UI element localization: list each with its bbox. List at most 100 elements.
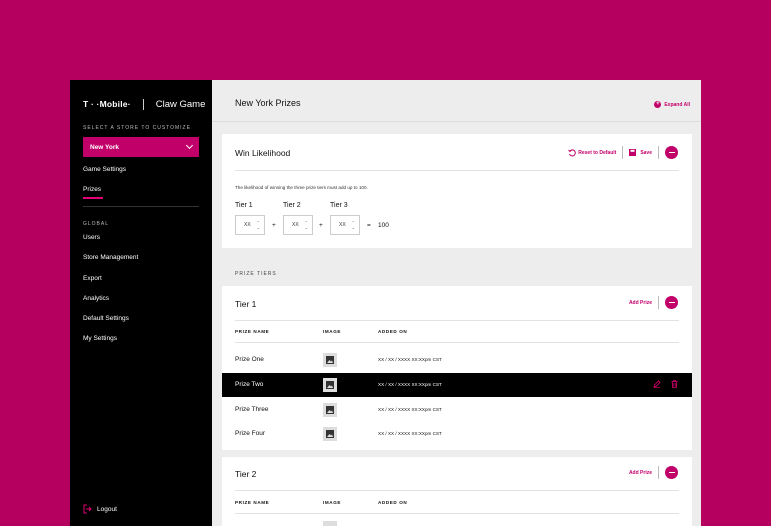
collapse-button[interactable] — [665, 146, 678, 159]
col-prize-name: PRIZE NAME — [235, 500, 270, 505]
tier-2-label: Tier 2 — [283, 202, 301, 209]
add-prize-button[interactable]: Add Prize — [629, 470, 652, 476]
tier-1-stepper[interactable]: XX ⌃ ⌄ — [235, 215, 265, 235]
plus-sign: + — [319, 222, 323, 229]
tier-1-title: Tier 1 — [235, 299, 257, 309]
plus-sign: + — [272, 222, 276, 229]
nav-prizes[interactable]: Prizes — [83, 186, 104, 199]
tier-2-card: Tier 2 Add Prize PRIZE NAME IMAGE ADDED … — [222, 457, 692, 526]
action-divider — [658, 146, 659, 159]
tier-2-stepper[interactable]: XX ⌃ ⌄ — [283, 215, 313, 235]
save-button[interactable]: Save — [629, 149, 652, 156]
table-row-selected[interactable]: Prize Two XX / XX / XXXX XX:XXpm CST — [222, 373, 692, 397]
brand-divider — [142, 98, 144, 110]
likelihood-note: The likelihood of winning the three priz… — [235, 185, 368, 190]
image-icon[interactable] — [323, 378, 337, 392]
card-divider — [235, 170, 679, 171]
tier-1-actions: Add Prize — [629, 296, 678, 309]
image-icon[interactable] — [323, 521, 337, 526]
logout-icon — [83, 504, 92, 514]
collapse-button[interactable] — [665, 296, 678, 309]
logout-label: Logout — [97, 505, 117, 513]
logout-button[interactable]: Logout — [83, 504, 117, 514]
card-divider — [235, 490, 679, 491]
prize-name: Prize Two — [235, 381, 264, 388]
table-row[interactable]: Prize Three XX / XX / XXXX XX:XXpm CST — [222, 398, 692, 422]
sidebar-divider — [83, 206, 199, 207]
nav-users[interactable]: Users — [83, 234, 100, 241]
prize-name: Prize One — [235, 356, 264, 363]
store-select[interactable]: New York — [83, 137, 199, 157]
save-icon — [629, 149, 637, 156]
tmobile-logo: T · ·Mobile· — [83, 99, 131, 109]
stepper-arrows-icon[interactable]: ⌃ ⌄ — [305, 220, 308, 230]
tier-1-value: XX — [244, 222, 251, 228]
image-icon[interactable] — [323, 427, 337, 441]
table-row[interactable]: Prize One XX / XX / XXXX XX:XXpm CST — [222, 348, 692, 372]
action-divider — [658, 466, 659, 479]
nav-my-settings[interactable]: My Settings — [83, 335, 117, 342]
tier-3-label: Tier 3 — [330, 202, 348, 209]
collapse-button[interactable] — [665, 466, 678, 479]
equals-sign: = — [367, 222, 371, 229]
added-on: XX / XX / XXXX XX:XXpm CST — [378, 357, 442, 362]
expand-all-button[interactable]: + Expand All — [654, 101, 690, 108]
global-caption: GLOBAL — [83, 221, 110, 227]
action-divider — [658, 296, 659, 309]
table-row[interactable]: Prize Four XX / XX / XXXX XX:XXpm CST — [222, 422, 692, 446]
prize-tiers-caption: PRIZE TIERS — [235, 271, 277, 277]
brand-header: T · ·Mobile· Claw Game — [83, 97, 205, 111]
expand-all-label: Expand All — [664, 101, 690, 108]
nav-default-settings[interactable]: Default Settings — [83, 315, 129, 322]
win-likelihood-actions: Reset to Default Save — [568, 146, 678, 159]
tier-1-label: Tier 1 — [235, 202, 253, 209]
store-select-value: New York — [90, 143, 120, 151]
added-on: XX / XX / XXXX XX:XXpm CST — [378, 431, 442, 436]
add-prize-button[interactable]: Add Prize — [629, 300, 652, 306]
nav-store-management[interactable]: Store Management — [83, 254, 138, 261]
image-icon[interactable] — [323, 353, 337, 367]
action-divider — [622, 146, 624, 159]
likelihood-total: 100 — [378, 222, 389, 229]
tier-1-card: Tier 1 Add Prize PRIZE NAME IMAGE ADDED … — [222, 286, 692, 450]
col-added-on: ADDED ON — [378, 329, 408, 334]
prize-name: Prize Three — [235, 406, 269, 413]
col-image: IMAGE — [323, 500, 342, 505]
tier-2-title: Tier 2 — [235, 469, 257, 479]
image-icon[interactable] — [323, 403, 337, 417]
header-divider — [235, 342, 679, 343]
top-bar: New York Prizes + Expand All — [212, 80, 701, 122]
nav-game-settings[interactable]: Game Settings — [83, 166, 126, 173]
nav-analytics[interactable]: Analytics — [83, 295, 109, 302]
main-content: New York Prizes + Expand All Win Likelih… — [212, 80, 701, 526]
reset-label: Reset to Default — [578, 149, 617, 156]
col-added-on: ADDED ON — [378, 500, 408, 505]
chevron-down-icon — [185, 141, 194, 150]
win-likelihood-card: Win Likelihood Reset to Default Save The… — [222, 134, 692, 248]
stepper-arrows-icon[interactable]: ⌃ ⌄ — [257, 220, 260, 230]
nav-export[interactable]: Export — [83, 275, 102, 282]
header-divider — [235, 513, 679, 514]
win-likelihood-title: Win Likelihood — [235, 148, 291, 158]
row-tools — [653, 380, 678, 388]
tier-3-value: XX — [339, 222, 346, 228]
reset-to-default-button[interactable]: Reset to Default — [568, 148, 617, 157]
page-title: New York Prizes — [235, 98, 301, 108]
stepper-arrows-icon[interactable]: ⌃ ⌄ — [352, 220, 355, 230]
added-on: XX / XX / XXXX XX:XXpm CST — [378, 407, 442, 412]
card-divider — [235, 320, 679, 321]
store-caption: SELECT A STORE TO CUSTOMIZE — [83, 125, 191, 131]
tier-2-actions: Add Prize — [629, 466, 678, 479]
col-prize-name: PRIZE NAME — [235, 329, 270, 334]
tier-2-value: XX — [292, 222, 299, 228]
edit-icon[interactable] — [653, 380, 661, 388]
col-image: IMAGE — [323, 329, 342, 334]
prize-name: Prize Four — [235, 430, 265, 437]
save-label: Save — [640, 149, 652, 156]
app-window: T · ·Mobile· Claw Game SELECT A STORE TO… — [70, 80, 701, 526]
tier-3-stepper[interactable]: XX ⌃ ⌄ — [330, 215, 360, 235]
added-on: XX / XX / XXXX XX:XXpm CST — [378, 382, 442, 387]
app-name: Claw Game — [155, 98, 206, 110]
sidebar: T · ·Mobile· Claw Game SELECT A STORE TO… — [70, 80, 212, 526]
trash-icon[interactable] — [671, 380, 678, 388]
